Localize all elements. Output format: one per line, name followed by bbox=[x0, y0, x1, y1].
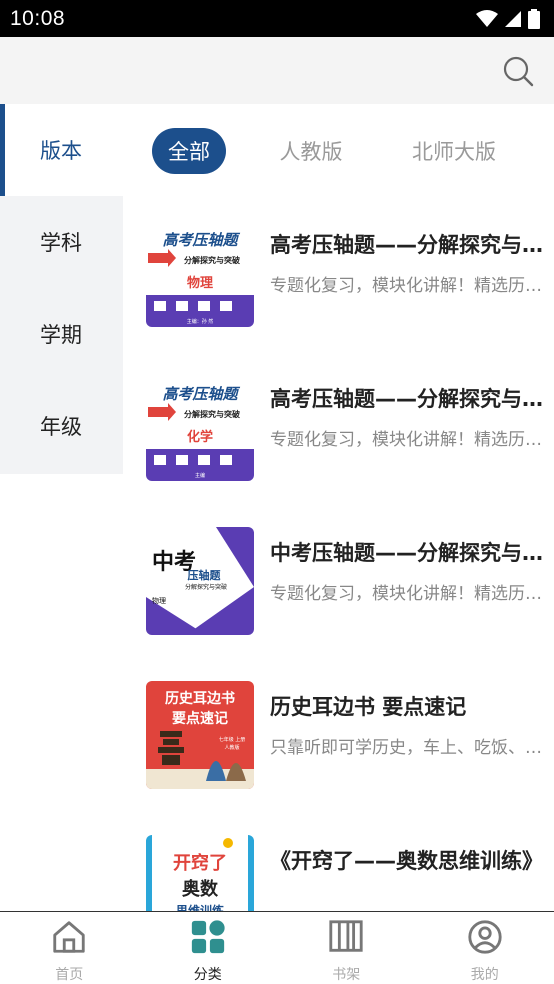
book-cover: 历史耳边书 要点速记 七年级 上册 人教版 bbox=[146, 681, 254, 789]
book-description: 专题化复习，模块化讲解！精选历年真题 bbox=[270, 430, 546, 450]
nav-bookshelf[interactable]: 书架 bbox=[277, 912, 416, 984]
cover-editor: 主编：孙 然 bbox=[187, 318, 214, 325]
nav-profile[interactable]: 我的 bbox=[416, 912, 554, 984]
nav-label: 书架 bbox=[332, 967, 361, 983]
tab-all[interactable]: 全部 bbox=[152, 128, 226, 174]
search-icon[interactable] bbox=[502, 55, 534, 87]
sidebar-item-subject[interactable]: 学科 bbox=[0, 196, 123, 288]
battery-icon bbox=[528, 8, 540, 29]
book-title: 中考压轴题——分解探究与突破 bbox=[270, 541, 546, 565]
nav-label: 分类 bbox=[193, 967, 222, 983]
book-cover: 高考压轴题 分解探究与突破 物理 主编：孙 然 bbox=[146, 219, 254, 327]
cover-sub: 要点速记 bbox=[172, 710, 228, 727]
header bbox=[0, 37, 554, 104]
book-item[interactable]: 开窍了 奥数 思维训练 《开窍了——奥数思维训练》 bbox=[146, 835, 546, 911]
book-cover: 开窍了 奥数 思维训练 bbox=[146, 835, 254, 911]
cover-subject: 思维训练 bbox=[176, 903, 224, 911]
nav-label: 首页 bbox=[55, 967, 84, 983]
book-cover: 高考压轴题 分解探究与突破 化学 主编 bbox=[146, 373, 254, 481]
cover-sub: 分解探究与突破 bbox=[184, 409, 240, 419]
cover-heading: 历史耳边书 bbox=[165, 690, 235, 707]
cover-sub: 压轴题 bbox=[188, 568, 222, 582]
sidebar-item-label: 版本 bbox=[40, 139, 82, 163]
book-description: 专题化复习，模块化讲解！精选历年真题 bbox=[270, 276, 546, 296]
sidebar-item-edition[interactable]: 版本 bbox=[0, 104, 123, 196]
cover-heading: 高考压轴题 bbox=[162, 231, 240, 249]
book-description: 专题化复习，模块化讲解！精选历年真题 bbox=[270, 584, 546, 604]
book-item[interactable]: 高考压轴题 分解探究与突破 物理 主编：孙 然 高考压轴题——分解探究与突破 专… bbox=[146, 219, 546, 329]
filter-sidebar: 版本 学科 学期 年级 bbox=[0, 104, 123, 474]
book-title: 《开窍了——奥数思维训练》 bbox=[270, 849, 543, 873]
book-description: 只靠听即可学历史，车上、吃饭、睡前都能学 bbox=[270, 738, 546, 758]
nav-label: 我的 bbox=[470, 967, 499, 983]
nav-home[interactable]: 首页 bbox=[0, 912, 139, 984]
book-title: 高考压轴题——分解探究与突破 bbox=[270, 387, 546, 411]
cover-subject: 物理 bbox=[187, 275, 213, 291]
cover-editor: 人教版 bbox=[224, 744, 239, 751]
cover-subject: 化学 bbox=[187, 429, 213, 445]
profile-icon bbox=[468, 920, 502, 954]
bookshelf-icon bbox=[329, 920, 363, 952]
cover-sub: 分解探究与突破 bbox=[184, 255, 240, 265]
cover-sub: 奥数 bbox=[182, 878, 219, 900]
cover-heading: 高考压轴题 bbox=[162, 385, 240, 403]
sidebar-item-label: 年级 bbox=[40, 415, 82, 439]
edition-tabs: 全部 人教版 北师大版 bbox=[123, 104, 554, 196]
book-title: 高考压轴题——分解探究与突破 bbox=[270, 233, 546, 257]
signal-icon bbox=[505, 10, 521, 27]
book-cover: 中考 压轴题 物理 分解探究与突破 bbox=[146, 527, 254, 635]
book-title: 历史耳边书 要点速记 bbox=[270, 695, 467, 719]
cover-editor: 主编 bbox=[195, 472, 205, 479]
cover-subject: 物理 bbox=[152, 596, 166, 605]
book-item[interactable]: 历史耳边书 要点速记 七年级 上册 人教版 历史耳边书 要点速记 只靠听即可学历… bbox=[146, 681, 546, 791]
tab-renjiao[interactable]: 人教版 bbox=[263, 128, 359, 174]
cover-editor: 分解探究与突破 bbox=[185, 583, 227, 591]
book-item[interactable]: 中考 压轴题 物理 分解探究与突破 中考压轴题——分解探究与突破 专题化复习，模… bbox=[146, 527, 546, 637]
cover-subject: 七年级 上册 bbox=[219, 736, 246, 743]
home-icon bbox=[53, 921, 85, 953]
sidebar-item-label: 学科 bbox=[40, 231, 82, 255]
sidebar-item-grade[interactable]: 年级 bbox=[0, 380, 123, 472]
bottom-nav: 首页 分类 书架 我的 bbox=[0, 911, 554, 984]
nav-category[interactable]: 分类 bbox=[139, 912, 278, 984]
wifi-icon bbox=[476, 9, 498, 27]
cover-heading: 开窍了 bbox=[173, 852, 227, 874]
status-icons bbox=[476, 8, 540, 29]
status-time: 10:08 bbox=[10, 6, 66, 30]
book-item[interactable]: 高考压轴题 分解探究与突破 化学 主编 高考压轴题——分解探究与突破 专题化复习… bbox=[146, 373, 546, 483]
tab-beishida[interactable]: 北师大版 bbox=[399, 128, 509, 174]
status-bar: 10:08 bbox=[0, 0, 554, 37]
category-icon bbox=[191, 920, 225, 954]
sidebar-item-semester[interactable]: 学期 bbox=[0, 288, 123, 380]
sidebar-item-label: 学期 bbox=[40, 323, 82, 347]
